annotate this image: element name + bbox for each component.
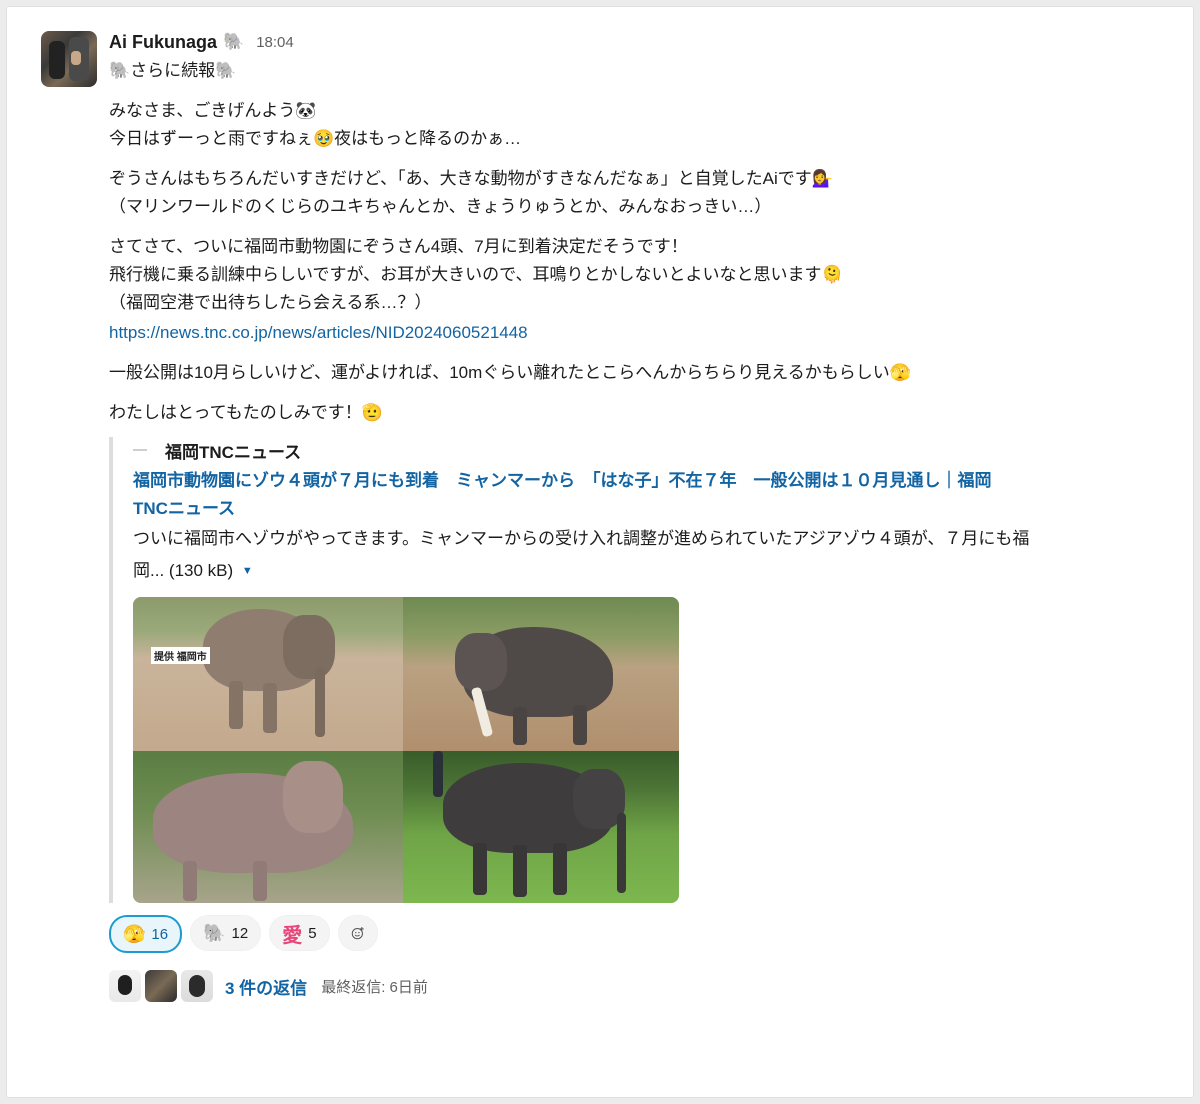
message-line: 飛行機に乗る訓練中らしいですが、お耳が大きいので、耳鳴りとかしないとよいなと思い… <box>109 265 843 284</box>
add-reaction-icon <box>351 926 364 940</box>
elephant-photo-3 <box>133 751 403 903</box>
reaction-count: 16 <box>151 925 169 943</box>
author-avatar[interactable] <box>41 31 97 87</box>
preview-image[interactable]: 提供 福岡市 <box>133 597 679 903</box>
message-line: （マリンワールドのくじらのユキちゃんとか、きょうりゅうとか、みんなおっきい…） <box>109 197 772 216</box>
reaction-bar: 🫣 16 🐘 12 愛 5 <box>109 915 1169 953</box>
add-reaction-button[interactable] <box>337 915 378 951</box>
thread-summary[interactable]: 3 件の返信 最終返信: 6日前 <box>109 967 1169 1005</box>
reaction-ai-kanji[interactable]: 愛 5 <box>269 915 330 951</box>
elephant-photo-2 <box>403 597 679 751</box>
message-header: Ai Fukunaga 🐘 18:04 <box>109 29 1169 55</box>
preview-source: 福岡TNCニュース <box>133 437 1169 463</box>
message-content: Ai Fukunaga 🐘 18:04 🐘さらに続報🐘 みなさま、ごきげんよう🐼… <box>109 29 1169 1005</box>
replier-avatar <box>181 970 213 1002</box>
message-line: 一般公開は10月らしいけど、運がよければ、10mぐらい離れたとこらへんからちらり… <box>109 363 911 382</box>
message-frame: Ai Fukunaga 🐘 18:04 🐘さらに続報🐘 みなさま、ごきげんよう🐼… <box>6 6 1194 1098</box>
reaction-count: 12 <box>231 924 249 942</box>
message-line: わたしはとってもたのしみです！🫡 <box>109 403 383 422</box>
elephant-icon: 🐘 <box>203 922 226 943</box>
author-name[interactable]: Ai Fukunaga <box>109 32 217 53</box>
message-line: （福岡空港で出待ちしたら会える系…？） <box>109 293 432 312</box>
peeking-face-icon: 🫣 <box>123 923 146 944</box>
collapse-caret-icon[interactable]: ▼ <box>242 565 253 577</box>
reaction-peeking-face[interactable]: 🫣 16 <box>109 915 183 953</box>
last-reply-time: 最終返信: 6日前 <box>321 978 428 996</box>
message-line: 🐘さらに続報🐘 <box>109 61 237 80</box>
preview-title-link[interactable]: 福岡市動物園にゾウ４頭が７月にも到着 ミャンマーから 「はな子」不在７年 一般公… <box>133 467 1013 523</box>
link-preview: 福岡TNCニュース 福岡市動物園にゾウ４頭が７月にも到着 ミャンマーから 「はな… <box>109 437 1169 903</box>
elephant-photo-4 <box>403 751 679 903</box>
preview-image-size: (130 kB) <box>168 561 234 580</box>
replier-avatar <box>109 970 141 1002</box>
preview-description-text: ついに福岡市へゾウがやってきます。ミャンマーからの受け入れ調整が進められていたア… <box>133 529 1030 580</box>
reply-count-link[interactable]: 3 件の返信 <box>225 974 307 999</box>
message-line: みなさま、ごきげんよう🐼 <box>109 101 317 120</box>
reaction-elephant[interactable]: 🐘 12 <box>190 915 262 951</box>
reaction-count: 5 <box>308 924 317 942</box>
replier-avatar <box>145 970 177 1002</box>
site-favicon-icon <box>133 443 147 457</box>
ai-kanji-icon: 愛 <box>282 924 303 947</box>
elephant-status-icon: 🐘 <box>223 32 245 51</box>
message-line: 今日はずーっと雨ですねぇ🥹夜はもっと降るのかぁ… <box>109 129 522 148</box>
article-link[interactable]: https://news.tnc.co.jp/news/articles/NID… <box>109 323 528 342</box>
message-line: さてさて、ついに福岡市動物園にぞうさん4頭、7月に到着決定だそうです！ <box>109 237 688 256</box>
message-timestamp[interactable]: 18:04 <box>256 34 294 51</box>
preview-source-name: 福岡TNCニュース <box>165 442 302 462</box>
message-line: ぞうさんはもちろんだいすきだけど、「あ、大きな動物がすきなんだなぁ」と自覚したA… <box>109 169 833 188</box>
elephant-photo-1: 提供 福岡市 <box>133 597 403 751</box>
image-caption: 提供 福岡市 <box>151 647 210 664</box>
preview-description: ついに福岡市へゾウがやってきます。ミャンマーからの受け入れ調整が進められていたア… <box>133 523 1033 587</box>
